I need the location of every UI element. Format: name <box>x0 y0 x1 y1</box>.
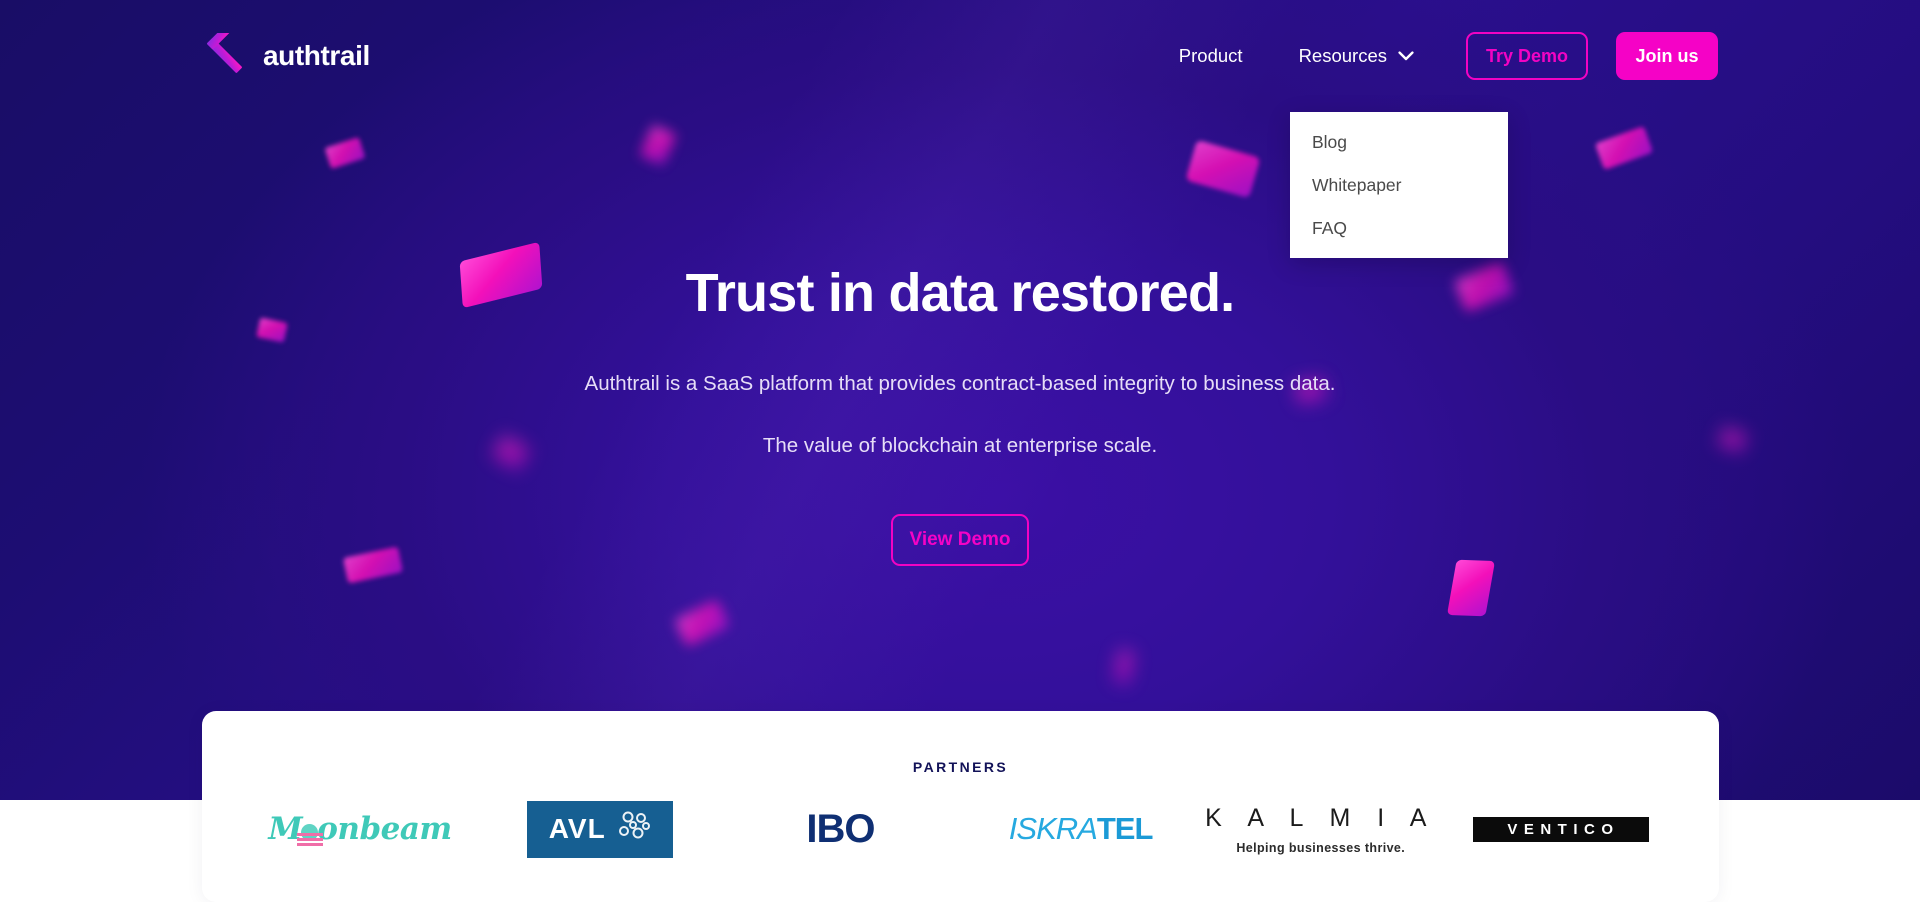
shard-icon <box>639 124 677 166</box>
moonbeam-wordmark: Monbeam <box>268 811 452 847</box>
shard-icon <box>1446 559 1496 617</box>
partner-logo-ibo[interactable]: IBO <box>720 798 960 860</box>
hero-copy: Trust in data restored. Authtrail is a S… <box>0 262 1920 566</box>
ibo-wordmark: IBO <box>806 806 875 851</box>
avl-emblem-icon <box>616 809 652 850</box>
partner-logo-moonbeam[interactable]: Monbeam <box>240 798 480 860</box>
brand-name: authtrail <box>263 40 370 71</box>
shard-icon <box>1594 125 1654 171</box>
nav-right-group: Product Resources Try Demo Join us <box>1179 32 1718 80</box>
shard-icon <box>324 136 366 170</box>
nav-link-resources-label: Resources <box>1298 45 1387 66</box>
avl-wordmark: AVL <box>527 800 674 858</box>
ventico-wordmark: VENTICO <box>1472 816 1649 842</box>
shard-icon <box>673 598 731 648</box>
kalmia-tagline: Helping businesses thrive. <box>1236 840 1406 855</box>
hero-section: authtrail Product Resources Try Demo Joi… <box>0 0 1920 800</box>
iskratel-wordmark: ISKRATEL <box>1008 811 1154 846</box>
join-us-button[interactable]: Join us <box>1616 32 1718 80</box>
partners-logo-row: Monbeam AVL IBO ISKRATEL K A L M I A Hel… <box>202 775 1719 861</box>
dropdown-item-faq[interactable]: FAQ <box>1290 207 1508 250</box>
resources-dropdown-menu: Blog Whitepaper FAQ <box>1290 112 1508 258</box>
dropdown-item-whitepaper[interactable]: Whitepaper <box>1290 164 1508 207</box>
shard-icon <box>1113 649 1135 685</box>
try-demo-button[interactable]: Try Demo <box>1466 32 1588 80</box>
view-demo-button[interactable]: View Demo <box>891 513 1029 566</box>
partners-heading: PARTNERS <box>912 759 1009 775</box>
partners-card: PARTNERS Monbeam AVL IBO ISKRATEL K A L … <box>202 711 1719 902</box>
moonbeam-sun-icon <box>297 824 324 841</box>
shard-icon <box>1185 139 1261 199</box>
kalmia-name: K A L M I A <box>1205 803 1437 832</box>
partner-logo-ventico[interactable]: VENTICO <box>1441 798 1681 860</box>
authtrail-mark-icon <box>201 33 247 79</box>
dropdown-item-blog[interactable]: Blog <box>1290 121 1508 164</box>
chevron-down-icon <box>1398 51 1414 61</box>
hero-subtitle-secondary: The value of blockchain at enterprise sc… <box>762 433 1158 457</box>
hero-cta-wrapper: View Demo <box>0 513 1920 566</box>
page-title: Trust in data restored. <box>685 263 1236 323</box>
partner-logo-kalmia[interactable]: K A L M I A Helping businesses thrive. <box>1201 798 1441 860</box>
kalmia-wordmark: K A L M I A Helping businesses thrive. <box>1205 804 1436 855</box>
partner-logo-iskratel[interactable]: ISKRATEL <box>961 798 1201 860</box>
hero-subtitle-primary: Authtrail is a SaaS platform that provid… <box>584 372 1336 396</box>
main-navbar: authtrail Product Resources Try Demo Joi… <box>0 0 1920 112</box>
brand-logo-link[interactable]: authtrail <box>201 33 370 79</box>
nav-link-product[interactable]: Product <box>1179 35 1243 77</box>
partner-logo-avl[interactable]: AVL <box>480 798 720 860</box>
nav-link-resources[interactable]: Resources <box>1299 35 1414 77</box>
